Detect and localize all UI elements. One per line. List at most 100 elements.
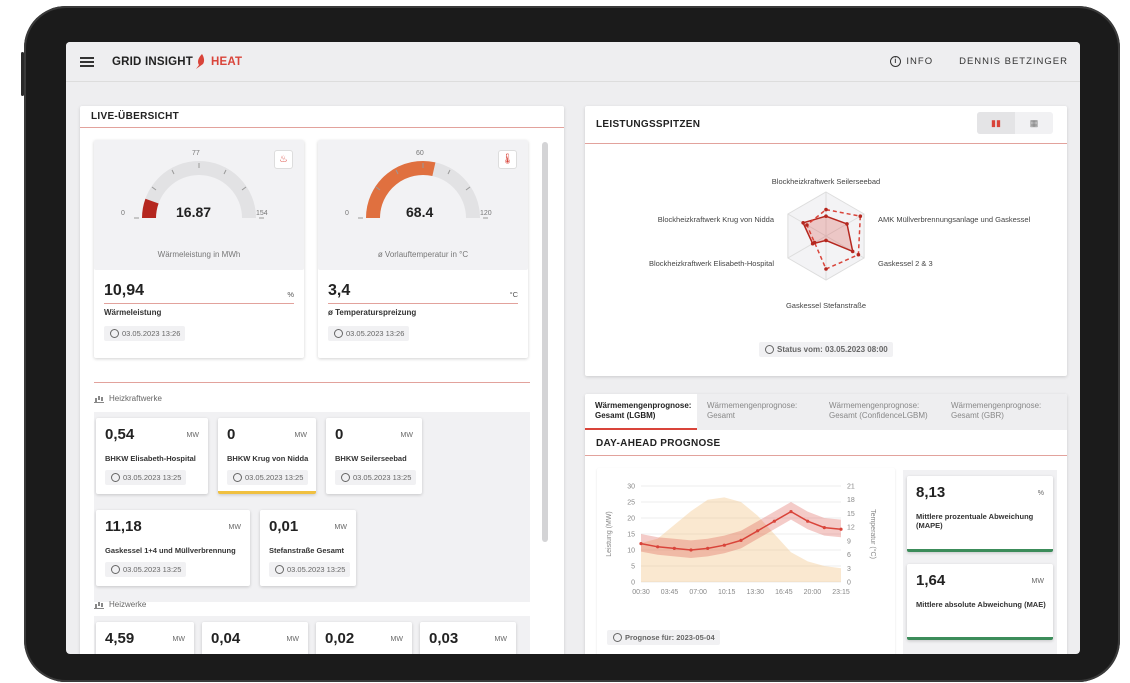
radar-label: Gaskessel 2 & 3	[878, 259, 933, 268]
x-tick-label: 00:30	[632, 589, 650, 596]
plant-unit: MW	[294, 432, 307, 439]
divider	[104, 303, 294, 304]
thermometer-icon[interactable]: 🌡	[498, 150, 517, 169]
peaks-panel: LEISTUNGSSPITZEN ▮▮ ▦ Blockheizkraftwerk…	[585, 106, 1067, 376]
plant-card[interactable]: 0,54 MW BHKW Elisabeth-Hospital 03.05.20…	[96, 418, 208, 494]
gauge-temp: 60 0 120 68.4 ø Vorlauftemperatur in °C …	[318, 140, 528, 270]
metric-label: Mittlere prozentuale Abweichung (MAPE)	[916, 512, 1034, 530]
x-tick-label: 03:45	[661, 589, 679, 596]
top-bar: GRID INSIGHT HEAT i INFO DENNIS BETZINGER	[66, 42, 1080, 82]
y-right-tick-label: 21	[847, 484, 855, 491]
y-axis-label: Leistung (MW)	[606, 511, 613, 557]
y-tick-label: 10	[627, 548, 635, 555]
tab-gesamt[interactable]: Wärmemengenprognose: Gesamt	[697, 394, 819, 430]
load-point	[639, 542, 643, 546]
gauge-heat-value: 16.87	[176, 204, 212, 220]
tab-line: Gesamt (LGBM)	[595, 410, 656, 420]
kpi-value: 3,4	[328, 282, 351, 299]
heizwerk-card[interactable]: 0,03 MW	[420, 622, 516, 654]
plant-value: 0,01	[269, 518, 299, 535]
plant-unit: MW	[186, 432, 199, 439]
gauge-heat-mid: 77	[192, 150, 200, 157]
user-menu[interactable]: DENNIS BETZINGER	[959, 56, 1068, 67]
gauge-card-temp: 60 0 120 68.4 ø Vorlauftemperatur in °C …	[318, 140, 528, 358]
y-right-tick-label: 18	[847, 497, 855, 504]
radar-point	[845, 222, 849, 226]
section-heizwerke: Heizwerke	[94, 600, 146, 609]
app-logo[interactable]: GRID INSIGHT HEAT	[112, 54, 242, 69]
plant-name: Gaskessel 1+4 und Müllverbrennung	[105, 546, 236, 555]
plant-unit: MW	[228, 524, 241, 531]
tab-line: Wärmemengenprognose:	[707, 401, 798, 410]
kpi-unit: %	[287, 290, 294, 299]
gauge-card-heat: 77 0 154 16.87 Wärmeleistung in MWh ♨ 10…	[94, 140, 304, 358]
plant-card[interactable]: 0 MW BHKW Seilerseebad 03.05.2023 13:25	[326, 418, 422, 494]
info-icon: i	[890, 56, 902, 67]
heat-waves-icon[interactable]: ♨	[274, 150, 293, 169]
x-tick-label: 13:30	[747, 589, 765, 596]
divider	[328, 303, 518, 304]
live-overview-title: LIVE-ÜBERSICHT	[80, 106, 564, 128]
timestamp: 03.05.2023 13:25	[105, 562, 187, 577]
x-tick-label: 23:15	[832, 589, 850, 596]
heizwerk-value: 0,04	[211, 630, 241, 647]
heizwerk-card[interactable]: 0,02 MW	[316, 622, 412, 654]
timestamp: 03.05.2023 13:25	[227, 470, 309, 485]
gauge-temp-value: 68.4	[406, 204, 434, 220]
gauge-heat-min: 0	[121, 210, 125, 217]
radar-point	[805, 223, 809, 227]
y-right-tick-label: 9	[847, 538, 851, 545]
forecast-chart: 0 5 10 15 20 25 30 0 3 6 9 12 15 18 21 00:30 03:45 07:00 1…	[606, 484, 877, 597]
heizwerk-card[interactable]: 0,04 MW	[202, 622, 308, 654]
plant-name: Stefanstraße Gesamt	[269, 546, 345, 555]
chart-view-icon[interactable]: ▮▮	[977, 112, 1015, 134]
metric-card-mape: 8,13 % Mittlere prozentuale Abweichung (…	[907, 476, 1053, 552]
gauge-temp-min: 0	[345, 210, 349, 217]
load-point	[839, 527, 843, 531]
forecast-panel: Wärmemengenprognose: Gesamt (LGBM) Wärmem…	[585, 394, 1067, 654]
radar-label: Gaskessel Stefanstraße	[786, 301, 866, 310]
load-point	[689, 548, 693, 552]
timestamp: 03.05.2023 13:25	[105, 470, 187, 485]
heizwerk-unit: MW	[172, 636, 185, 643]
side-button	[21, 52, 24, 96]
plant-card[interactable]: 0 MW BHKW Krug von Nidda 03.05.2023 13:2…	[218, 418, 316, 494]
timestamp: 03.05.2023 13:26	[104, 326, 186, 341]
scrollbar[interactable]	[542, 142, 548, 542]
y-right-tick-label: 15	[847, 511, 855, 518]
app-screen: GRID INSIGHT HEAT i INFO DENNIS BETZINGER…	[66, 42, 1080, 654]
timestamp: 03.05.2023 13:25	[335, 470, 417, 485]
live-overview-panel: LIVE-ÜBERSICHT 77 0 154 16.87 Wärmeleist…	[80, 106, 564, 654]
plant-value: 0,54	[105, 426, 135, 443]
plant-icon	[94, 601, 104, 609]
load-point	[806, 519, 810, 523]
metric-card-mae: 1,64 MW Mittlere absolute Abweichung (MA…	[907, 564, 1053, 640]
kpi-label: ø Temperaturspreizung	[328, 308, 417, 317]
load-point	[772, 519, 776, 523]
tab-confidence[interactable]: Wärmemengenprognose: Gesamt (ConfidenceLG…	[819, 394, 941, 430]
info-button[interactable]: i INFO	[890, 56, 933, 67]
x-tick-label: 16:45	[775, 589, 793, 596]
heizwerk-value: 4,59	[105, 630, 135, 647]
peaks-title-text: LEISTUNGSSPITZEN	[596, 119, 701, 130]
table-view-icon[interactable]: ▦	[1015, 112, 1053, 134]
kpi-label: Wärmeleistung	[104, 308, 162, 317]
radar-point	[824, 267, 828, 271]
plant-card[interactable]: 0,01 MW Stefanstraße Gesamt 03.05.2023 1…	[260, 510, 356, 586]
radar-point	[856, 252, 861, 257]
tab-lgbm[interactable]: Wärmemengenprognose: Gesamt (LGBM)	[585, 394, 697, 430]
heizwerk-unit: MW	[286, 636, 299, 643]
heizwerk-card[interactable]: 4,59 MW	[96, 622, 194, 654]
plant-icon	[94, 395, 104, 403]
brand-accent: HEAT	[211, 55, 243, 68]
tab-gbr[interactable]: Wärmemengenprognose: Gesamt (GBR)	[941, 394, 1067, 430]
y-right-tick-label: 0	[847, 580, 851, 587]
menu-icon[interactable]	[80, 55, 94, 69]
plant-card[interactable]: 11,18 MW Gaskessel 1+4 und Müllverbrennu…	[96, 510, 250, 586]
tab-line: Wärmemengenprognose:	[829, 401, 920, 410]
gauge-heat-label: Wärmeleistung in MWh	[157, 250, 241, 259]
section-title: Heizkraftwerke	[109, 394, 162, 403]
radar-label: Blockheizkraftwerk Elisabeth-Hospital	[649, 259, 774, 268]
view-toggle: ▮▮ ▦	[977, 112, 1053, 134]
y-right-tick-label: 12	[847, 525, 855, 532]
